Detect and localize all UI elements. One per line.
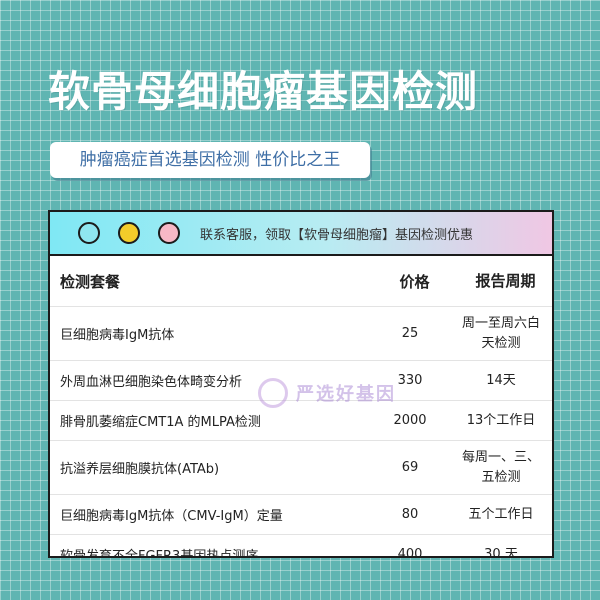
report-period: 每周一、三、五检测 [450,440,552,495]
report-period: 14天 [450,360,552,401]
contact-service-text[interactable]: 联系客服，领取【软骨母细胞瘤】基因检测优惠 [200,224,473,243]
column-header-price: 价格 [370,256,450,307]
window-dot-pink-icon [158,222,180,244]
window-dot-cyan-icon [78,222,100,244]
subtitle-banner: 肿瘤癌症首选基因检测 性价比之王 [50,142,370,178]
column-header-package: 检测套餐 [50,256,370,307]
package-name: 巨细胞病毒IgM抗体（CMV-IgM）定量 [50,494,370,535]
package-name: 腓骨肌萎缩症CMT1A 的MLPA检测 [50,400,370,441]
table-row: 腓骨肌萎缩症CMT1A 的MLPA检测 2000 13个工作日 [50,400,552,441]
table-row: 抗溢养层细胞膜抗体(ATAb) 69 每周一、三、五检测 [50,440,552,495]
package-price: 2000 [370,400,450,441]
report-period: 13个工作日 [450,400,552,441]
page-title: 软骨母细胞瘤基因检测 [48,67,479,116]
package-price: 330 [370,360,450,401]
package-price: 69 [370,440,450,495]
report-period: 30 天 [450,534,552,556]
table-row: 软骨发育不全FGFR3基因热点测序 400 30 天 [50,534,552,556]
report-period: 周一至周六白天检测 [450,306,552,361]
report-period: 五个工作日 [450,494,552,535]
price-table-card: 联系客服，领取【软骨母细胞瘤】基因检测优惠 检测套餐 价格 报告周期 巨细胞病毒… [48,210,554,558]
package-name: 巨细胞病毒IgM抗体 [50,306,370,361]
package-name: 外周血淋巴细胞染色体畸变分析 [50,360,370,401]
package-price: 80 [370,494,450,535]
table-row: 巨细胞病毒IgM抗体 25 周一至周六白天检测 [50,306,552,361]
card-header: 联系客服，领取【软骨母细胞瘤】基因检测优惠 [50,212,552,256]
table-row: 巨细胞病毒IgM抗体（CMV-IgM）定量 80 五个工作日 [50,494,552,535]
package-name: 抗溢养层细胞膜抗体(ATAb) [50,440,370,495]
package-name: 软骨发育不全FGFR3基因热点测序 [50,534,370,556]
package-price: 25 [370,306,450,361]
window-dot-yellow-icon [118,222,140,244]
package-price: 400 [370,534,450,556]
table-row: 外周血淋巴细胞染色体畸变分析 330 14天 [50,360,552,401]
table-header-row: 检测套餐 价格 报告周期 [50,256,552,307]
price-table: 检测套餐 价格 报告周期 巨细胞病毒IgM抗体 25 周一至周六白天检测 外周血… [50,256,552,556]
column-header-period: 报告周期 [450,256,552,307]
